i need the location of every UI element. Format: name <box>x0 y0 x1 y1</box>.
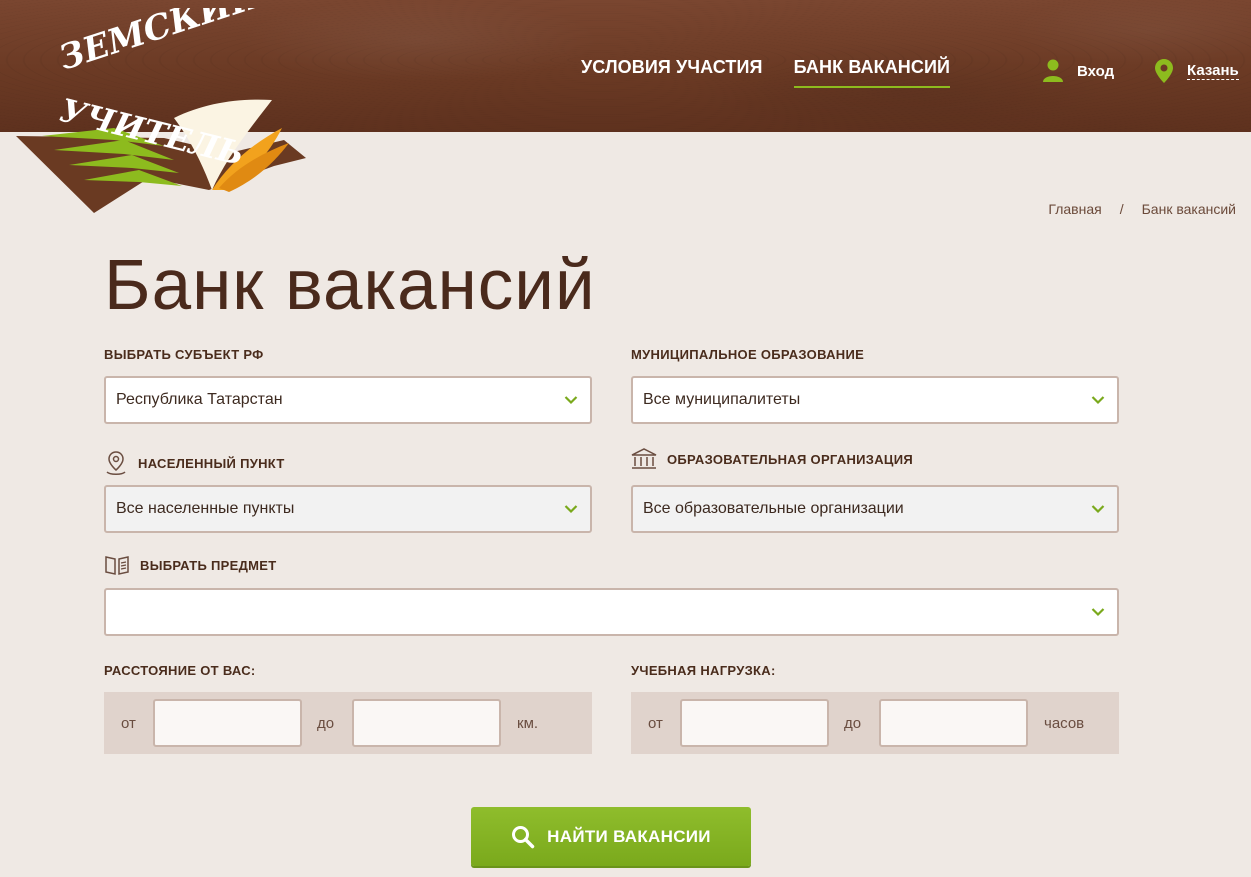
map-pin-outline-icon <box>106 451 126 475</box>
distance-label-text: РАССТОЯНИЕ ОТ ВАС: <box>104 663 256 678</box>
region-select[interactable]: Республика Татарстан <box>104 376 592 424</box>
settlement-select[interactable]: Все населенные пункты <box>104 485 592 533</box>
chevron-down-icon <box>564 396 578 405</box>
subject-label: ВЫБРАТЬ ПРЕДМЕТ <box>104 554 277 576</box>
load-to-input[interactable] <box>879 699 1028 747</box>
book-icon <box>105 556 129 575</box>
distance-unit: км. <box>517 714 539 732</box>
find-vacancies-button[interactable]: НАЙТИ ВАКАНСИИ <box>471 807 751 866</box>
load-label: УЧЕБНАЯ НАГРУЗКА: <box>631 663 776 678</box>
settlement-label-text: НАСЕЛЕННЫЙ ПУНКТ <box>138 455 285 471</box>
breadcrumb-separator: / <box>1119 201 1124 217</box>
nav-vacancies-link[interactable]: БАНК ВАКАНСИЙ <box>793 57 951 88</box>
load-from-input[interactable] <box>680 699 829 747</box>
subject-select[interactable] <box>104 588 1119 636</box>
organization-label-text: ОБРАЗОВАТЕЛЬНАЯ ОРГАНИЗАЦИЯ <box>667 451 914 467</box>
load-unit: часов <box>1044 714 1085 732</box>
chevron-down-icon <box>1091 396 1105 405</box>
svg-text:ЗЕМСКИЙ: ЗЕМСКИЙ <box>53 8 267 79</box>
load-range: от до часов <box>631 692 1119 754</box>
distance-from-input[interactable] <box>153 699 302 747</box>
settlement-label: НАСЕЛЕННЫЙ ПУНКТ <box>104 450 285 476</box>
breadcrumb: Главная / Банк вакансий <box>1048 201 1236 217</box>
region-label-text: ВЫБРАТЬ СУБЪЕКТ РФ <box>104 347 264 362</box>
institution-building-icon <box>631 448 657 469</box>
distance-label: РАССТОЯНИЕ ОТ ВАС: <box>104 663 256 678</box>
city-selector[interactable]: Казань <box>1155 59 1239 83</box>
chevron-down-icon <box>1091 608 1105 617</box>
municipality-select-value: Все муниципалитеты <box>643 391 801 408</box>
page-title: Банк вакансий <box>104 246 596 325</box>
distance-to-label: до <box>317 714 335 732</box>
organization-label: ОБРАЗОВАТЕЛЬНАЯ ОРГАНИЗАЦИЯ <box>631 447 913 471</box>
municipality-label: МУНИЦИПАЛЬНОЕ ОБРАЗОВАНИЕ <box>631 347 864 362</box>
city-name: Казань <box>1187 62 1239 80</box>
load-from-label: от <box>648 714 663 732</box>
breadcrumb-current: Банк вакансий <box>1141 201 1236 217</box>
main-nav: УСЛОВИЯ УЧАСТИЯ БАНК ВАКАНСИЙ <box>581 57 951 88</box>
region-select-value: Республика Татарстан <box>116 391 283 408</box>
login-label: Вход <box>1077 62 1115 80</box>
organization-select[interactable]: Все образовательные организации <box>631 485 1119 533</box>
region-label: ВЫБРАТЬ СУБЪЕКТ РФ <box>104 347 264 362</box>
find-vacancies-label: НАЙТИ ВАКАНСИИ <box>547 826 711 846</box>
location-pin-icon <box>1155 59 1173 83</box>
login-link[interactable]: Вход <box>1043 59 1114 83</box>
distance-to-input[interactable] <box>352 699 501 747</box>
chevron-down-icon <box>564 505 578 514</box>
distance-range: от до км. <box>104 692 592 754</box>
user-icon <box>1043 59 1063 82</box>
subject-label-text: ВЫБРАТЬ ПРЕДМЕТ <box>140 557 277 573</box>
settlement-select-value: Все населенные пункты <box>116 500 295 517</box>
municipality-label-text: МУНИЦИПАЛЬНОЕ ОБРАЗОВАНИЕ <box>631 347 865 362</box>
nav-conditions-link[interactable]: УСЛОВИЯ УЧАСТИЯ <box>581 57 763 88</box>
zemsky-uchitel-logo[interactable]: ЗЕМСКИЙ УЧИТЕЛЬ <box>14 8 314 223</box>
load-to-label: до <box>844 714 862 732</box>
load-label-text: УЧЕБНАЯ НАГРУЗКА: <box>631 663 776 678</box>
search-icon <box>512 825 535 848</box>
organization-select-value: Все образовательные организации <box>643 500 904 517</box>
chevron-down-icon <box>1091 505 1105 514</box>
breadcrumb-home[interactable]: Главная <box>1048 201 1101 217</box>
municipality-select[interactable]: Все муниципалитеты <box>631 376 1119 424</box>
distance-from-label: от <box>121 714 136 732</box>
